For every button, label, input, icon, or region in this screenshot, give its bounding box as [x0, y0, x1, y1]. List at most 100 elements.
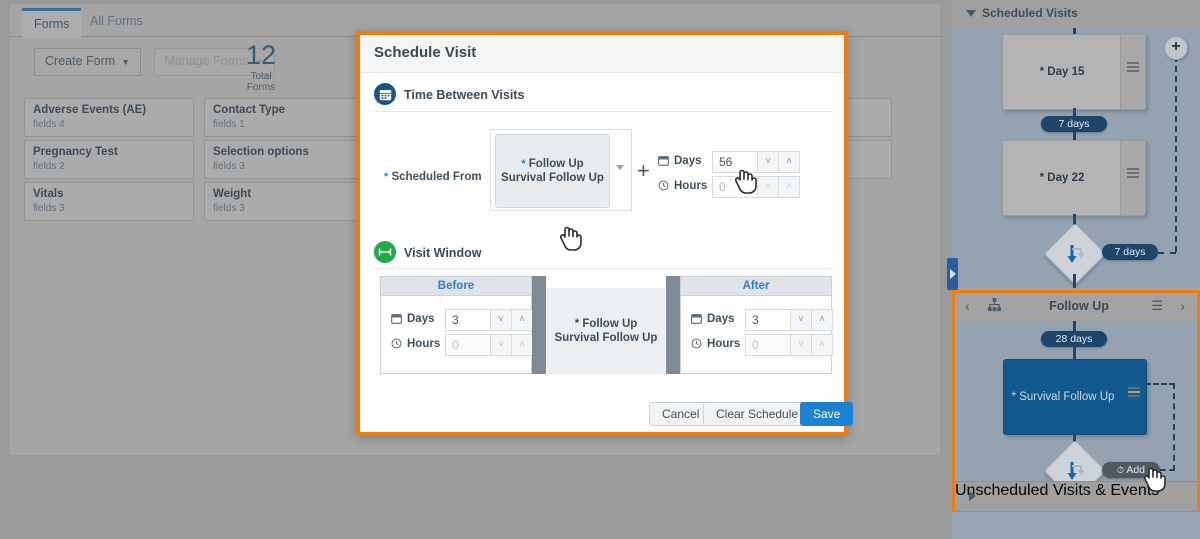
- tab-all-forms[interactable]: All Forms: [78, 8, 155, 36]
- expand-panel-icon[interactable]: [947, 258, 958, 290]
- form-card[interactable]: Adverse Events (AE) fields 4: [24, 98, 194, 137]
- calendar-icon: [691, 313, 702, 327]
- tab-forms[interactable]: Forms: [22, 8, 81, 39]
- connector: [1073, 274, 1076, 288]
- visit-node-day-15[interactable]: * Day 15: [1002, 34, 1146, 110]
- save-button[interactable]: Save: [800, 402, 853, 426]
- form-card-title: Contact Type: [213, 104, 365, 117]
- schedule-sidebar: Scheduled Visits * Day 15 7 days * Day 2…: [952, 0, 1200, 539]
- triangle-down-icon[interactable]: [966, 10, 976, 17]
- visit-window-label: Visit Window: [404, 246, 481, 260]
- create-form-label: Create Form: [45, 54, 115, 68]
- days-increment-button[interactable]: ˄: [779, 151, 800, 173]
- after-hours-input[interactable]: 0: [745, 334, 791, 356]
- after-header: After: [681, 277, 831, 296]
- visit-node-survival-follow-up[interactable]: * Survival Follow Up: [1003, 359, 1147, 435]
- branch-arrow-icon: [1065, 243, 1089, 265]
- center-line-1: * Follow Up: [575, 318, 638, 330]
- after-days-row: Days 3 ˅ ˄: [691, 309, 831, 331]
- after-days-input[interactable]: 3: [745, 309, 791, 331]
- create-form-button[interactable]: Create Form▼: [34, 48, 141, 76]
- plus-icon: +: [637, 160, 650, 182]
- before-window-panel: Before Days 3 ˅ ˄: [380, 276, 532, 374]
- after-hours-increment-button[interactable]: ˄: [812, 334, 833, 356]
- mouse-cursor-select: [559, 224, 585, 252]
- after-window-panel: After Days 3 ˅ ˄: [680, 276, 832, 374]
- total-forms-label: Total Forms: [236, 71, 286, 93]
- branch-arrow-icon: [1065, 460, 1089, 482]
- triangle-right-icon[interactable]: [969, 491, 976, 501]
- scheduled-visits-canvas: * Day 15 7 days * Day 22 7 days: [952, 28, 1200, 288]
- chevron-down-icon[interactable]: [616, 165, 624, 170]
- chevron-right-icon[interactable]: ›: [1180, 298, 1185, 314]
- after-days-label: Days: [707, 313, 735, 325]
- divider: [374, 268, 834, 269]
- form-card-fields: fields 4: [33, 118, 185, 131]
- divider: [374, 111, 834, 112]
- scheduled-visits-header[interactable]: Scheduled Visits: [952, 0, 1200, 29]
- visit-node-day-22[interactable]: * Day 22: [1002, 140, 1146, 216]
- form-card-fields: fields 3: [213, 160, 365, 173]
- form-card-fields: fields 1: [213, 118, 365, 131]
- form-card[interactable]: Contact Type fields 1: [204, 98, 374, 137]
- hours-increment-button[interactable]: ˄: [779, 176, 800, 198]
- clear-schedule-button[interactable]: Clear Schedule: [703, 402, 811, 426]
- form-card-title: Selection options: [213, 146, 365, 159]
- scheduled-from-value-text: * Follow Up Survival Follow Up: [501, 157, 604, 185]
- value-line-1: Follow Up: [529, 158, 584, 170]
- before-days-decrement-button[interactable]: ˅: [491, 309, 512, 331]
- form-card-fields: fields 3: [33, 202, 185, 215]
- total-forms-count: 12: [236, 40, 286, 70]
- branch-dashed-line: [1175, 46, 1177, 252]
- form-card[interactable]: Pregnancy Test fields 2: [24, 140, 194, 179]
- scheduled-visits-title: Scheduled Visits: [982, 6, 1078, 20]
- duration-pill[interactable]: 28 days: [1041, 331, 1107, 347]
- form-card-title: Adverse Events (AE): [33, 104, 185, 117]
- form-card[interactable]: Selection options fields 3: [204, 140, 374, 179]
- hamburger-icon[interactable]: [1120, 35, 1145, 109]
- form-card[interactable]: Weight fields 3: [204, 182, 374, 221]
- hours-decrement-button[interactable]: ˅: [758, 176, 779, 198]
- left-wedge: [532, 276, 546, 374]
- visit-node-label: * Day 22: [1003, 141, 1121, 215]
- before-days-row: Days 3 ˅ ˄: [391, 309, 531, 331]
- duration-pill[interactable]: 7 days: [1102, 244, 1158, 260]
- add-visit-button[interactable]: +: [1164, 36, 1188, 60]
- clock-icon: [691, 338, 702, 352]
- visit-window-group: Before Days 3 ˅ ˄: [380, 276, 832, 374]
- follow-up-title: Follow Up: [955, 299, 1200, 313]
- days-decrement-button[interactable]: ˅: [758, 151, 779, 173]
- visit-node-label: * Survival Follow Up: [1004, 360, 1122, 434]
- scheduled-from-select[interactable]: * Follow Up Survival Follow Up: [490, 129, 632, 211]
- before-hours-increment-button[interactable]: ˄: [512, 334, 533, 356]
- value-line-2: Survival Follow Up: [501, 172, 604, 184]
- hamburger-icon[interactable]: ☰: [1151, 298, 1163, 314]
- scheduled-from-value[interactable]: * Follow Up Survival Follow Up: [495, 134, 610, 208]
- before-days-label: Days: [407, 313, 435, 325]
- mouse-cursor-days: [734, 167, 760, 195]
- before-days-increment-button[interactable]: ˄: [512, 309, 533, 331]
- branch-arrow-icon: [1065, 243, 1089, 269]
- schedule-visit-dialog: Schedule Visit Time Between Visits * Sch…: [356, 31, 848, 436]
- branch-dashed-line: [1145, 383, 1175, 385]
- after-hours-decrement-button[interactable]: ˅: [791, 334, 812, 356]
- form-card-fields: fields 2: [33, 160, 185, 173]
- follow-up-toolbar: ‹ Follow Up ☰ ›: [955, 293, 1197, 322]
- visit-node-label: * Day 15: [1003, 35, 1121, 109]
- after-days-decrement-button[interactable]: ˅: [791, 309, 812, 331]
- hamburger-icon[interactable]: [1120, 141, 1145, 215]
- before-hours-decrement-button[interactable]: ˅: [491, 334, 512, 356]
- hamburger-icon[interactable]: [1122, 360, 1146, 434]
- after-hours-label: Hours: [707, 338, 740, 350]
- after-days-increment-button[interactable]: ˄: [812, 309, 833, 331]
- before-days-input[interactable]: 3: [445, 309, 491, 331]
- after-hours-row: Hours 0 ˅ ˄: [691, 334, 831, 356]
- days-label: Days: [674, 155, 702, 167]
- form-card-title: Weight: [213, 188, 365, 201]
- time-between-visits-label: Time Between Visits: [404, 88, 524, 102]
- clock-icon: [391, 338, 402, 352]
- duration-pill[interactable]: 7 days: [1041, 116, 1107, 132]
- form-card-title: Pregnancy Test: [33, 146, 185, 159]
- before-hours-input[interactable]: 0: [445, 334, 491, 356]
- form-card[interactable]: Vitals fields 3: [24, 182, 194, 221]
